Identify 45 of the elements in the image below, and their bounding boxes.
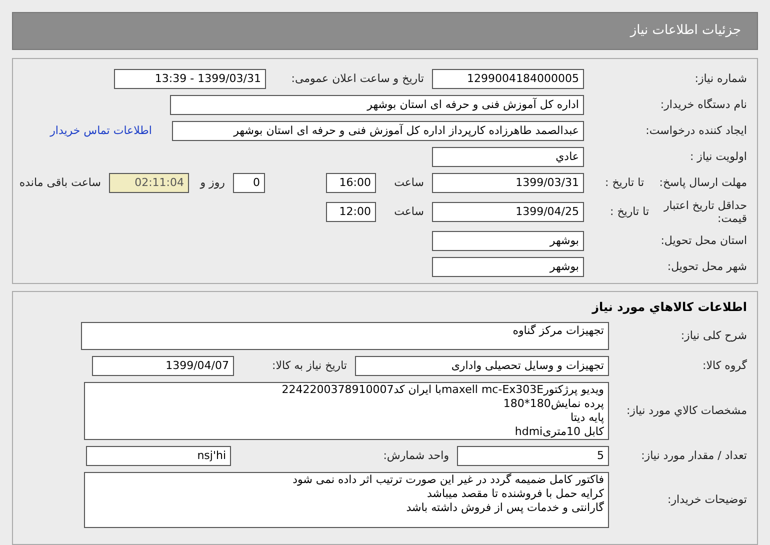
field-value: 1299004184000005 bbox=[432, 69, 584, 89]
field-label: تا تاریخ : bbox=[609, 204, 649, 220]
field-value: تجهیزات مرکز گناوه bbox=[81, 322, 609, 350]
field-label: ساعت bbox=[393, 204, 424, 220]
field-label: توضیحات خریدار: bbox=[666, 492, 747, 508]
field-value: اداره کل آموزش فنی و حرفه ای استان بوشهر bbox=[170, 95, 584, 115]
field-label: ایجاد کننده درخواست: bbox=[644, 122, 747, 139]
field-value: 16:00 bbox=[326, 173, 376, 193]
field-value: 1399/04/25 bbox=[432, 202, 584, 222]
field-label: اولویت نیاز : bbox=[688, 148, 747, 165]
field-value: 1399/04/07 bbox=[92, 356, 234, 376]
page-header: جزئیات اطلاعات نیاز bbox=[12, 12, 758, 50]
section-title: اطلاعات کالاهاي مورد نیاز bbox=[590, 299, 747, 316]
field-value: بوشهر bbox=[432, 257, 584, 277]
field-value: 1399/03/31 - 13:39 bbox=[114, 69, 266, 89]
field-label: شهر محل تحویل: bbox=[666, 258, 747, 275]
field-label: تعداد / مقدار مورد نیاز: bbox=[640, 448, 747, 464]
field-value: 1399/03/31 bbox=[432, 173, 584, 193]
field-label: ساعت باقی مانده bbox=[19, 174, 101, 191]
field-value: بوشهر bbox=[432, 231, 584, 251]
field-value: فاکتور کامل ضمیمه گردد در غیر این صورت ترتیب اثر داده نمی شود کرایه حمل با فروشنده تا مقصد میباشد گارانتی و خدمات پس از فروش داشته باشد bbox=[84, 472, 609, 528]
contact-link[interactable]: اطلاعات تماس خریدار bbox=[50, 122, 152, 140]
field-value: 12:00 bbox=[326, 202, 376, 222]
field-value: nsj'hi bbox=[86, 446, 231, 466]
field-value: عادي bbox=[432, 147, 584, 167]
field-label: مشخصات کالاي مورد نیاز: bbox=[625, 402, 747, 419]
field-label: گروه کالا: bbox=[702, 358, 747, 374]
field-label: شماره نیاز: bbox=[694, 70, 747, 87]
field-value: تجهیزات و وسایل تحصیلی واداری bbox=[355, 356, 609, 376]
field-label: شرح کلی نیاز: bbox=[680, 328, 747, 344]
field-label: استان محل تحویل: bbox=[660, 232, 747, 249]
field-label: تاریخ و ساعت اعلان عمومی: bbox=[290, 70, 424, 87]
field-label: تا تاریخ : bbox=[604, 174, 644, 191]
field-value: 0 bbox=[233, 173, 265, 193]
field-label: مهلت ارسال پاسخ: bbox=[658, 174, 747, 191]
field-label: نام دستگاه خریدار: bbox=[659, 96, 747, 113]
countdown-value: 02:11:04 bbox=[109, 173, 189, 193]
field-label: ساعت bbox=[393, 174, 424, 191]
field-label: واحد شمارش: bbox=[382, 448, 449, 464]
field-label: تاریخ نیاز به کالا: bbox=[271, 358, 347, 374]
field-value: ویدیو پرژکتورmaxell mc-Ex303Eبا ایران کد2242200378910007 پرده نمایش180*180 پایه دیتا کابل 10متریhdmi bbox=[84, 382, 609, 440]
field-value: عبدالصمد طاهرزاده کارپرداز اداره کل آموزش فنی و حرفه ای استان بوشهر bbox=[172, 121, 584, 141]
field-value: 5 bbox=[457, 446, 609, 466]
field-label: حداقل تاریخ اعتبار قیمت: bbox=[662, 199, 747, 225]
field-label: روز و bbox=[198, 174, 225, 191]
